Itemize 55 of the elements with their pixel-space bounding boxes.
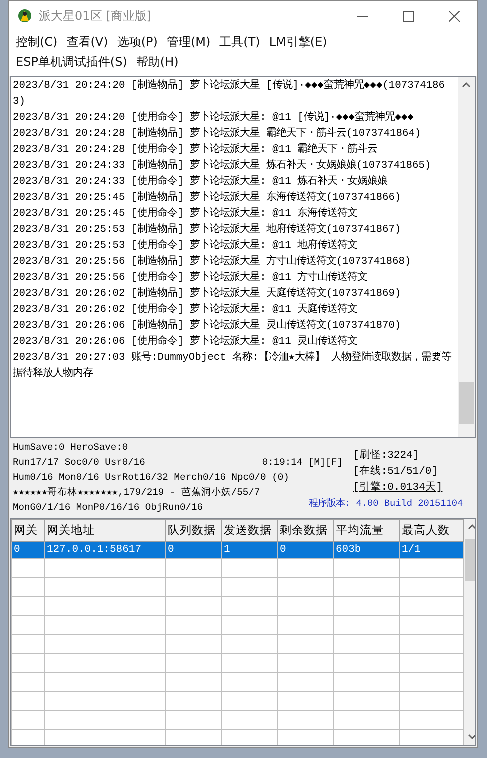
log-line: 2023/8/31 20:25:45 [使用命令] 萝卜论坛派大星: @11 东海传送符文 — [13, 206, 359, 222]
version-text: 程序版本: 4.00 Build 20151104 — [309, 497, 464, 510]
column-header[interactable]: 剩余数据 — [278, 520, 334, 542]
table-cell[interactable]: 603b — [334, 542, 400, 558]
status-line: ★★★★★★哥布林★★★★★★★,179/219 - 芭蕉洞小妖/55/7 — [13, 486, 260, 500]
log-line: 2023/8/31 20:24:20 [使用命令] 萝卜论坛派大星: @11 [传说]·◆◆◆蛮荒神咒◆◆◆ — [13, 110, 415, 126]
status-line: Hum0/16 Mon0/16 UsrRot16/32 Merch0/16 Npc0/0 (0) — [13, 471, 290, 485]
counter-text: [在线:51/51/0] — [353, 464, 438, 480]
log-line: 2023/8/31 20:25:56 [制造物品] 萝卜论坛派大星 方寸山传送符文(1073741868) — [13, 254, 412, 270]
menu-item[interactable]: 帮助(H) — [133, 53, 184, 73]
column-header[interactable]: 最高人数 — [400, 520, 464, 542]
log-line: 2023/8/31 20:26:02 [制造物品] 萝卜论坛派大星 天庭传送符文(1073741869) — [13, 286, 402, 302]
log-line: 2023/8/31 20:26:06 [使用命令] 萝卜论坛派大星: @11 灵山传送符文 — [13, 334, 359, 350]
table-cell[interactable]: 1 — [222, 542, 278, 558]
close-icon — [448, 10, 460, 22]
scroll-thumb[interactable] — [459, 382, 474, 424]
log-line: 2023/8/31 20:26:06 [制造物品] 萝卜论坛派大星 灵山传送符文(1073741870) — [13, 318, 402, 334]
log-line: 2023/8/31 20:24:33 [使用命令] 萝卜论坛派大星: @11 炼石补天・女娲娘娘 — [13, 174, 389, 190]
column-header[interactable]: 发送数据 — [222, 520, 278, 542]
menu-item[interactable]: 工具(T) — [216, 33, 266, 53]
menu-item[interactable]: ESP单机调试插件(S) — [13, 53, 132, 73]
log-line: 2023/8/31 20:24:28 [制造物品] 萝卜论坛派大星 霸绝天下・筋斗云(1073741864) — [13, 126, 422, 142]
menu-item[interactable]: 查看(V) — [64, 33, 114, 53]
maximize-icon — [402, 10, 414, 22]
column-header[interactable]: 网关 — [12, 520, 44, 542]
menu-item[interactable]: 管理(M) — [164, 33, 216, 53]
column-header[interactable]: 平均流量 — [334, 520, 400, 542]
log-line: 2023/8/31 20:24:28 [使用命令] 萝卜论坛派大星: @11 霸绝天下・筋斗云 — [13, 142, 379, 158]
clock-text: 0:19:14 [M][F] — [262, 456, 343, 470]
status-line: HumSave:0 HeroSave:0 — [13, 441, 128, 455]
log-line: 2023/8/31 20:25:45 [制造物品] 萝卜论坛派大星 东海传送符文(1073741866) — [13, 190, 402, 206]
log-line: 2023/8/31 20:25:53 [使用命令] 萝卜论坛派大星: @11 地府传送符文 — [13, 238, 359, 254]
log-line: 2023/8/31 20:26:02 [使用命令] 萝卜论坛派大星: @11 天庭传送符文 — [13, 302, 359, 318]
column-header[interactable]: 网关地址 — [44, 520, 166, 542]
window-title: 派大星01区 [商业版] — [39, 8, 152, 24]
table-cell[interactable]: 0 — [166, 542, 222, 558]
table-cell[interactable]: 127.0.0.1:58617 — [44, 542, 166, 558]
app-figure-icon — [17, 8, 33, 24]
table-cell[interactable]: 0 — [12, 542, 44, 558]
counter-text: [刷怪:3224] — [353, 448, 420, 464]
status-line: Run17/17 Soc0/0 Usr0/16 — [13, 456, 146, 470]
log-line: 2023/8/31 20:27:03 账号:DummyObject 名称:【冷洫★大棒】 人物登陆读取数据，需要等据待释放人物内存 — [13, 350, 452, 382]
table-cell[interactable]: 0 — [278, 542, 334, 558]
table-cell[interactable]: 1/1 — [400, 542, 464, 558]
counter-text: [引擎:0.0134天] — [353, 480, 443, 496]
log-line: 2023/8/31 20:24:33 [制造物品] 萝卜论坛派大星 炼石补天・女娲娘娘(1073741865) — [13, 158, 432, 174]
log-line: 2023/8/31 20:25:56 [使用命令] 萝卜论坛派大星: @11 方寸山传送符文 — [13, 270, 369, 286]
menu-item[interactable]: LM引擎(E) — [266, 33, 332, 53]
status-line: MonG0/1/16 MonP0/16/16 ObjRun0/16 — [13, 501, 203, 515]
menu-item[interactable]: 选项(P) — [114, 33, 163, 53]
log-line: 2023/8/31 20:25:53 [制造物品] 萝卜论坛派大星 地府传送符文(1073741867) — [13, 222, 402, 238]
scrollbar[interactable] — [458, 77, 475, 437]
column-header[interactable]: 队列数据 — [166, 520, 222, 542]
log-line: 2023/8/31 20:24:20 [制造物品] 萝卜论坛派大星 [传说]·◆◆◆蛮荒神咒◆◆◆(1073741863) — [13, 78, 446, 110]
menu-item[interactable]: 控制(C) — [13, 33, 63, 53]
